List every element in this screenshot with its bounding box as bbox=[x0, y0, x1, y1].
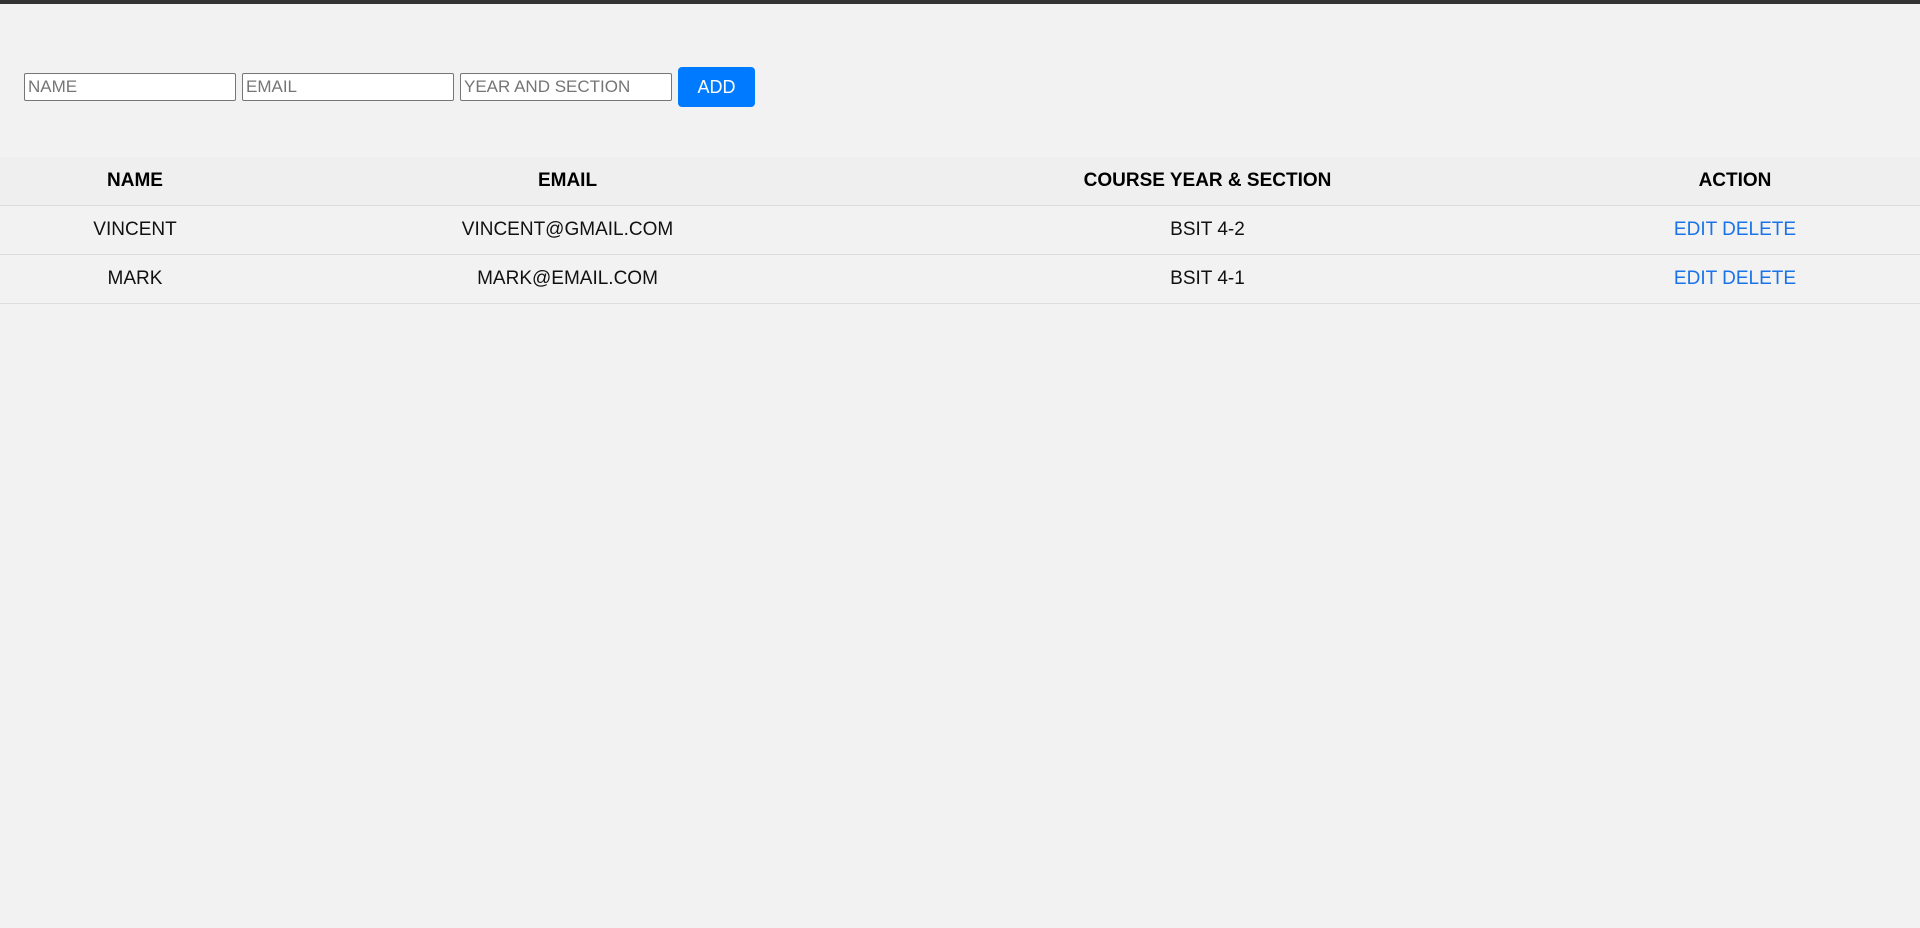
top-bar bbox=[0, 0, 1920, 4]
cell-name: MARK bbox=[0, 254, 270, 304]
cell-email: VINCENT@GMAIL.COM bbox=[270, 205, 865, 255]
name-input[interactable] bbox=[24, 73, 236, 101]
delete-link[interactable]: DELETE bbox=[1722, 219, 1796, 240]
email-input[interactable] bbox=[242, 73, 454, 101]
year-section-input[interactable] bbox=[460, 73, 672, 101]
add-student-form: ADD bbox=[24, 67, 755, 107]
table-row: MARK MARK@EMAIL.COM BSIT 4-1 EDIT DELETE bbox=[0, 254, 1920, 304]
header-action: ACTION bbox=[1550, 157, 1920, 206]
edit-link[interactable]: EDIT bbox=[1674, 219, 1717, 240]
table-row: VINCENT VINCENT@GMAIL.COM BSIT 4-2 EDIT … bbox=[0, 205, 1920, 255]
header-name: NAME bbox=[0, 157, 270, 206]
add-button[interactable]: ADD bbox=[678, 67, 755, 107]
cell-email: MARK@EMAIL.COM bbox=[270, 254, 865, 304]
table-header-row: NAME EMAIL COURSE YEAR & SECTION ACTION bbox=[0, 157, 1920, 206]
header-course: COURSE YEAR & SECTION bbox=[865, 157, 1550, 206]
cell-course: BSIT 4-1 bbox=[865, 254, 1550, 304]
edit-link[interactable]: EDIT bbox=[1674, 268, 1717, 289]
cell-course: BSIT 4-2 bbox=[865, 205, 1550, 255]
students-table: NAME EMAIL COURSE YEAR & SECTION ACTION … bbox=[0, 157, 1920, 304]
cell-action: EDIT DELETE bbox=[1550, 254, 1920, 304]
delete-link[interactable]: DELETE bbox=[1722, 268, 1796, 289]
cell-action: EDIT DELETE bbox=[1550, 205, 1920, 255]
header-email: EMAIL bbox=[270, 157, 865, 206]
cell-name: VINCENT bbox=[0, 205, 270, 255]
